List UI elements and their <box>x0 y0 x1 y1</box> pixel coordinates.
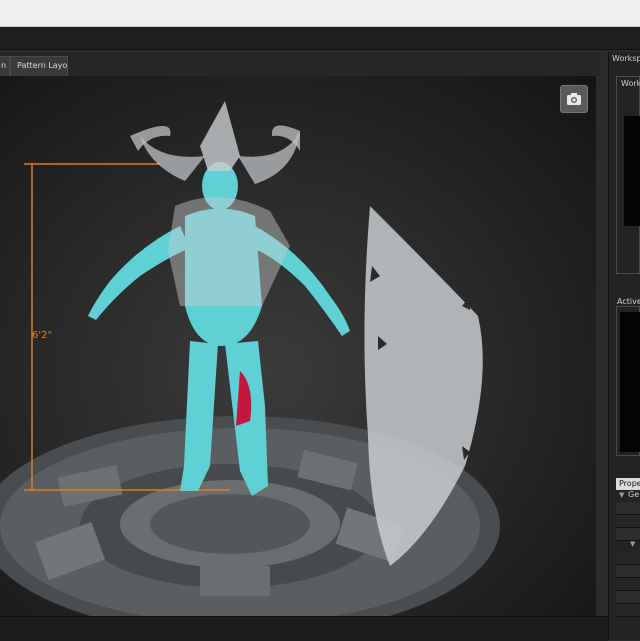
tab-partial[interactable]: n <box>0 56 10 76</box>
active-preview <box>620 312 640 452</box>
status-bar <box>0 616 608 641</box>
property-row[interactable] <box>616 591 640 604</box>
property-row[interactable] <box>616 502 640 515</box>
camera-icon <box>567 93 581 105</box>
workspace-preview <box>624 116 640 226</box>
collapse-chevron-icon[interactable]: ▼ <box>619 491 624 499</box>
active-panel-title: Active T <box>617 297 640 306</box>
general-section-label: Ge <box>628 490 640 499</box>
tab-pattern-layout[interactable]: Pattern Layout <box>10 56 68 76</box>
property-row[interactable] <box>616 515 640 528</box>
property-row[interactable] <box>616 565 640 578</box>
main-toolbar <box>0 27 640 50</box>
property-row[interactable] <box>616 528 640 541</box>
property-row[interactable] <box>616 604 640 617</box>
height-measure-label: 6'2" <box>32 330 52 341</box>
3d-viewport[interactable]: 6'2" <box>0 76 596 616</box>
collapse-chevron-icon[interactable]: ▼ <box>630 540 635 548</box>
workspace-box-title: Worksp <box>621 79 640 88</box>
workspace-panel-title: Worksp <box>612 54 640 63</box>
property-row[interactable] <box>616 552 640 565</box>
scene-svg: 6'2" <box>0 101 500 616</box>
property-row[interactable] <box>616 578 640 591</box>
window-title-bar <box>0 0 640 27</box>
view-tab-strip: n Pattern Layout <box>0 52 600 76</box>
snapshot-button[interactable] <box>560 85 588 113</box>
property-panel-header: Propert <box>616 478 640 490</box>
